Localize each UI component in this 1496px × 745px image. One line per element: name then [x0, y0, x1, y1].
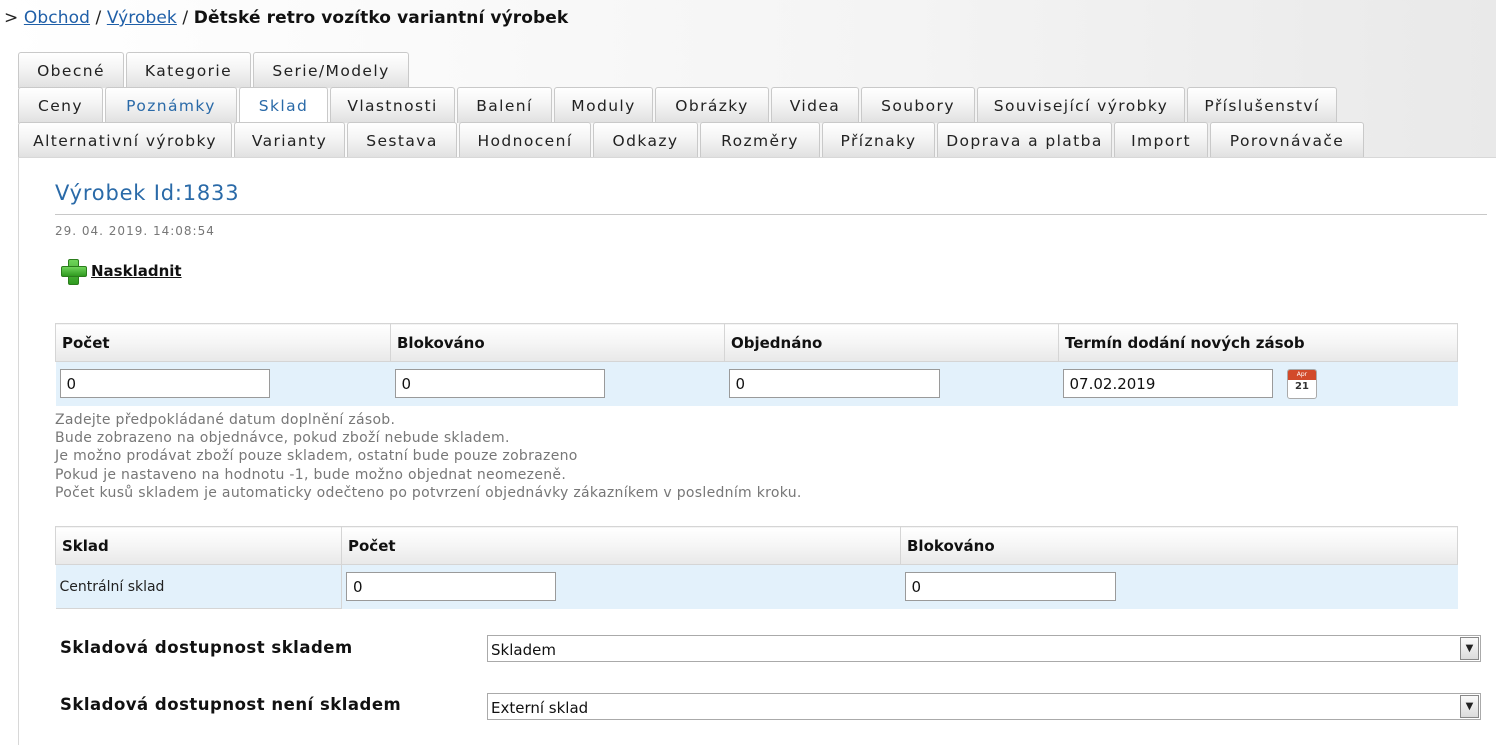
header-warehouse-blocked: Blokováno — [900, 526, 1458, 565]
tab-dimensions[interactable]: Rozměry — [700, 122, 820, 158]
chevron-down-icon[interactable]: ▼ — [1460, 695, 1479, 718]
breadcrumb-separator: / — [182, 8, 189, 28]
tab-shipping-payment[interactable]: Doprava a platba — [937, 122, 1112, 158]
help-line: Zadejte předpokládané datum doplnění zás… — [55, 412, 396, 428]
tab-videos[interactable]: Videa — [771, 87, 859, 123]
tab-notes[interactable]: Poznámky — [105, 87, 237, 123]
breadcrumb-link-shop[interactable]: Obchod — [24, 8, 90, 28]
header-warehouse-count: Počet — [341, 526, 901, 565]
cell-warehouse-count — [341, 564, 901, 609]
ordered-input[interactable] — [728, 369, 940, 399]
tab-stock[interactable]: Sklad — [239, 87, 328, 124]
table-row: Apr 21 — [55, 361, 1458, 406]
tab-categories[interactable]: Kategorie — [126, 52, 251, 88]
product-date: 29. 04. 2019. 14:08:54 — [55, 224, 215, 238]
tab-assembly[interactable]: Sestava — [347, 122, 457, 158]
tab-comparators[interactable]: Porovnávače — [1210, 122, 1364, 158]
cell-delivery-date: Apr 21 — [1058, 361, 1458, 406]
breadcrumb-separator: / — [95, 8, 102, 28]
availability-in-stock-select[interactable]: Skladem ▼ — [487, 635, 1481, 662]
tab-row-2: Ceny Poznámky Sklad Vlastnosti Balení Mo… — [18, 87, 1339, 124]
add-stock-label: Naskladnit — [91, 262, 182, 280]
calendar-month: Apr — [1287, 369, 1316, 380]
availability-out-of-stock-value: Externí sklad — [491, 699, 589, 717]
cell-blocked — [390, 361, 725, 406]
tab-prices[interactable]: Ceny — [18, 87, 103, 123]
title-divider — [55, 214, 1487, 215]
calendar-day: 21 — [1294, 380, 1309, 392]
header-delivery-date: Termín dodání nových zásob — [1058, 323, 1458, 362]
warehouse-name: Centrální sklad — [55, 564, 342, 609]
tab-series-models[interactable]: Serie/Modely — [253, 52, 409, 88]
help-line: Pokud je nastaveno na hodnotu -1, bude m… — [55, 466, 567, 483]
tab-files[interactable]: Soubory — [861, 87, 975, 123]
stock-table: Počet Blokováno Objednáno Termín dodání … — [55, 323, 1458, 406]
tab-accessories[interactable]: Příslušenství — [1187, 87, 1337, 123]
tab-related-products[interactable]: Související výrobky — [977, 87, 1185, 123]
tab-modules[interactable]: Moduly — [554, 87, 653, 123]
help-text: Zadejte předpokládané datum doplnění zás… — [55, 411, 802, 502]
plus-icon — [60, 258, 87, 285]
tab-ratings[interactable]: Hodnocení — [459, 122, 591, 158]
warehouse-count-input[interactable] — [346, 572, 556, 602]
breadcrumb-current: Dětské retro vozítko variantní výrobek — [193, 8, 569, 28]
table-row: Centrální sklad — [55, 564, 1458, 609]
breadcrumb-prefix: > — [4, 8, 19, 28]
help-line: Počet kusů skladem je automaticky odečte… — [55, 484, 802, 501]
cell-warehouse-blocked — [900, 564, 1458, 609]
add-stock-button[interactable]: Naskladnit — [60, 258, 182, 285]
tab-row-1: Obecné Kategorie Serie/Modely — [18, 52, 411, 88]
tab-links[interactable]: Odkazy — [593, 122, 698, 158]
header-warehouse: Sklad — [55, 526, 342, 565]
tab-import[interactable]: Import — [1114, 122, 1208, 158]
header-ordered: Objednáno — [724, 323, 1059, 362]
warehouse-table: Sklad Počet Blokováno Centrální sklad — [55, 526, 1458, 609]
help-line: Je možno prodávat zboží pouze skladem, o… — [55, 448, 578, 465]
help-line: Bude zobrazeno na objednávce, pokud zbož… — [55, 430, 510, 447]
availability-in-stock-value: Skladem — [491, 641, 556, 659]
tab-variants[interactable]: Varianty — [234, 122, 345, 158]
availability-out-of-stock-select[interactable]: Externí sklad ▼ — [487, 693, 1481, 720]
tab-general[interactable]: Obecné — [18, 52, 124, 88]
count-input[interactable] — [59, 369, 270, 399]
availability-out-of-stock-label: Skladová dostupnost není skladem — [60, 695, 402, 714]
calendar-icon[interactable]: Apr 21 — [1286, 368, 1317, 399]
tab-packaging[interactable]: Balení — [457, 87, 552, 123]
page-title: Výrobek Id:1833 — [55, 181, 240, 205]
tab-row-3: Alternativní výrobky Varianty Sestava Ho… — [18, 122, 1366, 158]
tab-properties[interactable]: Vlastnosti — [330, 87, 455, 123]
delivery-date-input[interactable] — [1062, 369, 1273, 399]
cell-ordered — [724, 361, 1059, 406]
availability-in-stock-label: Skladová dostupnost skladem — [60, 638, 353, 657]
tab-alternative-products[interactable]: Alternativní výrobky — [18, 122, 232, 158]
header-count: Počet — [55, 323, 391, 362]
cell-count — [55, 361, 391, 406]
breadcrumb-link-product[interactable]: Výrobek — [107, 8, 177, 28]
blocked-input[interactable] — [394, 369, 605, 399]
chevron-down-icon[interactable]: ▼ — [1460, 637, 1479, 660]
tab-images[interactable]: Obrázky — [655, 87, 769, 123]
breadcrumb: > Obchod / Výrobek / Dětské retro vozítk… — [4, 8, 568, 28]
tab-flags[interactable]: Příznaky — [822, 122, 935, 158]
header-blocked: Blokováno — [390, 323, 725, 362]
warehouse-blocked-input[interactable] — [904, 572, 1116, 602]
